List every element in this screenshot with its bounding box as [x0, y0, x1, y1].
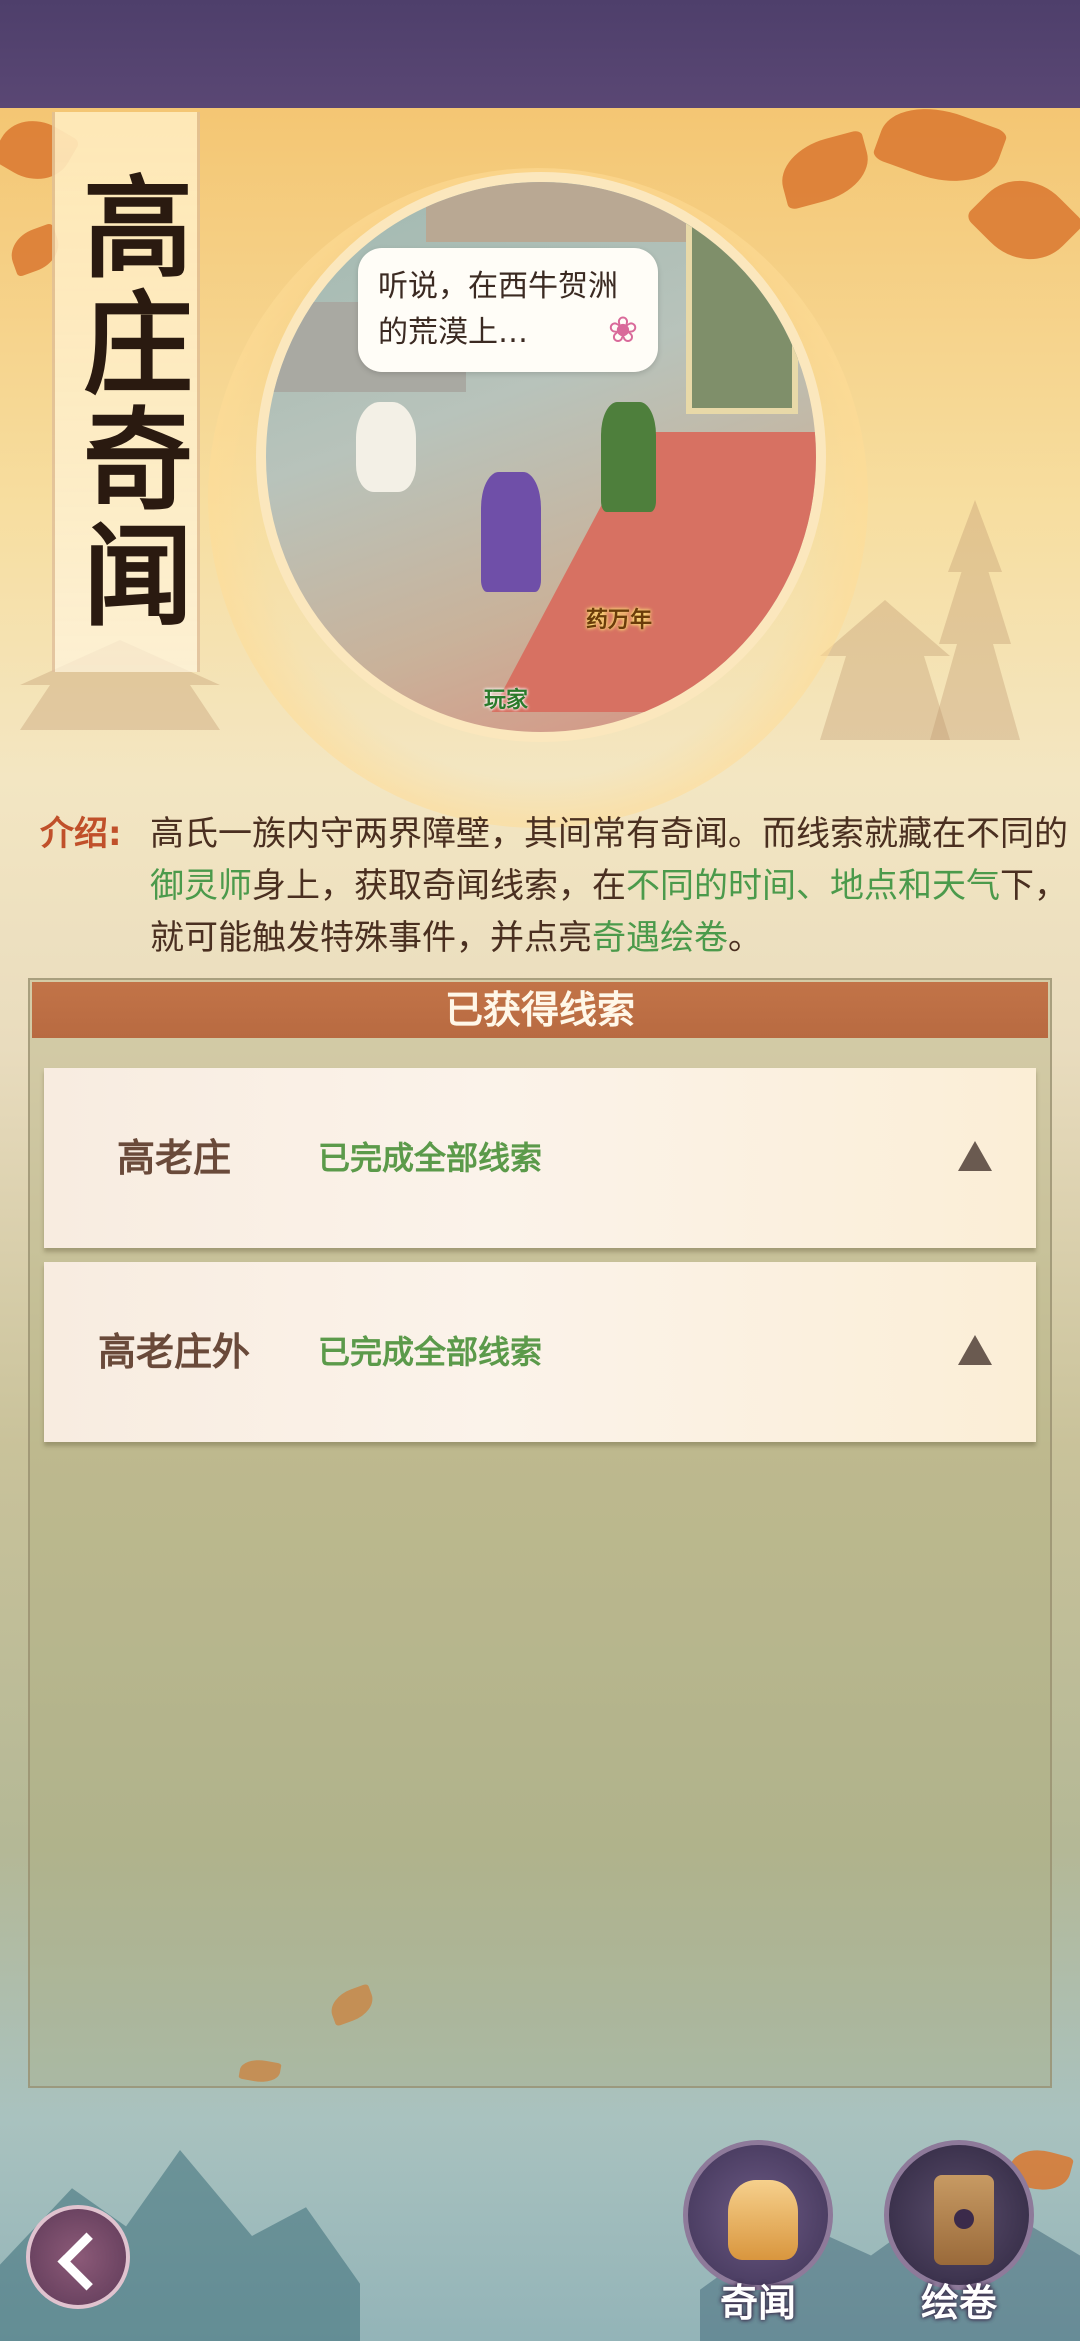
clue-row[interactable]: 高老庄 已完成全部线索: [44, 1068, 1036, 1248]
back-arrow-icon: [57, 2232, 116, 2291]
pouch-icon: ❀: [607, 310, 638, 351]
intro-text-segment: 身上，获取奇闻线索，在: [252, 866, 626, 906]
intro-text-segment: 高氏一族内守两界障壁，其间常有奇闻。而线索就藏在不同的: [150, 814, 1068, 854]
scroll-emblem: [954, 2209, 974, 2229]
scroll-icon: [934, 2175, 994, 2265]
intro-label: 介绍:: [40, 814, 122, 854]
clue-place-name: 高老庄: [116, 1136, 231, 1180]
huijuan-button[interactable]: [884, 2140, 1034, 2290]
status-bar: [0, 0, 1080, 108]
page-title: 高庄奇闻: [64, 170, 193, 634]
speech-bubble-text: 听说，在西牛贺洲的荒漠上…: [378, 269, 618, 350]
intro-text-segment: 。: [728, 918, 762, 958]
npc-character: [601, 402, 656, 512]
back-button[interactable]: [26, 2205, 130, 2309]
player-name-label: 玩家: [484, 688, 529, 713]
scene-carpet: [491, 432, 816, 712]
clue-status: 已完成全部线索: [318, 1139, 543, 1177]
clue-status: 已完成全部线索: [318, 1333, 543, 1371]
rabbit-character: [356, 402, 416, 492]
clue-panel-header: 已获得线索: [32, 982, 1048, 1038]
intro-text: 高氏一族内守两界障壁，其间常有奇闻。而线索就藏在不同的御灵师身上，获取奇闻线索，…: [150, 808, 1070, 964]
npc-name-label: 药万年: [586, 608, 653, 633]
qiwen-label: 奇闻: [719, 2281, 796, 2325]
intro-highlight-segment: 御灵师: [150, 866, 252, 906]
player-character: [481, 472, 541, 592]
bell-icon: [728, 2180, 798, 2260]
clue-place-name: 高老庄外: [97, 1330, 250, 1374]
intro-highlight-segment: 不同的时间、地点和天气: [626, 866, 1000, 906]
scene-banner: [686, 182, 798, 414]
intro-highlight-segment: 奇遇绘卷: [592, 918, 728, 958]
chevron-up-icon[interactable]: [958, 1335, 992, 1365]
qiwen-button[interactable]: [683, 2140, 833, 2290]
huijuan-label: 绘卷: [920, 2281, 997, 2325]
clue-row[interactable]: 高老庄外 已完成全部线索: [44, 1262, 1036, 1442]
chevron-up-icon[interactable]: [958, 1141, 992, 1171]
speech-bubble: 听说，在西牛贺洲的荒漠上… ❀: [358, 248, 658, 372]
